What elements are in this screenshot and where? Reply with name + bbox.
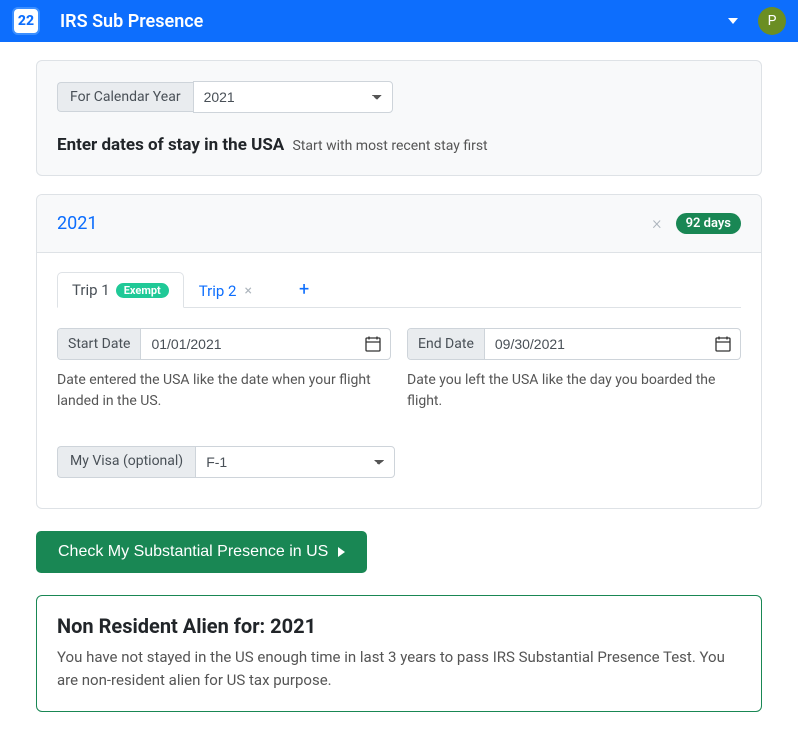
dates-heading-main: Enter dates of stay in the USA — [57, 135, 284, 155]
end-date-col: End Date Date you left the USA like the … — [407, 328, 741, 412]
start-date-label: Start Date — [58, 329, 141, 359]
page-content: For Calendar Year 2021 Enter dates of st… — [0, 60, 798, 742]
app-title: IRS Sub Presence — [60, 11, 728, 32]
exempt-badge: Exempt — [116, 283, 169, 298]
calendar-icon[interactable] — [706, 329, 740, 359]
add-trip-button[interactable]: + — [281, 273, 327, 306]
result-panel: Non Resident Alien for: 2021 You have no… — [36, 595, 762, 712]
calendar-year-card: For Calendar Year 2021 Enter dates of st… — [36, 60, 762, 176]
end-date-label: End Date — [408, 329, 485, 359]
check-button-label: Check My Substantial Presence in US — [58, 543, 328, 561]
tab-trip-1[interactable]: Trip 1 Exempt — [57, 272, 184, 308]
end-date-field: End Date — [407, 328, 741, 360]
tab-trip-2[interactable]: Trip 2 × — [184, 273, 267, 308]
end-date-input[interactable] — [485, 329, 706, 359]
start-date-hint: Date entered the USA like the date when … — [57, 370, 391, 412]
year-panel-body: Trip 1 Exempt Trip 2 × + Start Date — [37, 253, 761, 508]
check-presence-button[interactable]: Check My Substantial Presence in US — [36, 531, 367, 573]
year-title[interactable]: 2021 — [57, 213, 652, 234]
user-avatar[interactable]: P — [758, 7, 786, 35]
menu-caret-icon[interactable] — [728, 18, 738, 24]
tab-trip-2-label: Trip 2 — [199, 282, 237, 300]
tab-trip-1-label: Trip 1 — [72, 281, 110, 299]
days-badge: 92 days — [676, 213, 741, 234]
result-title: Non Resident Alien for: 2021 — [57, 614, 741, 638]
visa-select[interactable]: F-1 — [195, 446, 395, 478]
logo-text: 22 — [18, 13, 34, 29]
visa-label: My Visa (optional) — [57, 446, 195, 478]
tab-close-icon[interactable]: × — [245, 283, 252, 299]
calendar-svg — [365, 336, 381, 352]
calendar-year-label: For Calendar Year — [57, 82, 193, 112]
start-date-field: Start Date — [57, 328, 391, 360]
result-body: You have not stayed in the US enough tim… — [57, 646, 741, 693]
dates-heading: Enter dates of stay in the USA Start wit… — [57, 135, 741, 155]
calendar-year-row: For Calendar Year 2021 — [57, 81, 741, 113]
calendar-icon[interactable] — [356, 329, 390, 359]
start-date-input[interactable] — [141, 329, 356, 359]
end-date-hint: Date you left the USA like the day you b… — [407, 370, 741, 412]
calendar-year-select[interactable]: 2021 — [193, 81, 393, 113]
date-grid: Start Date Date entered the USA like the… — [57, 328, 741, 412]
start-date-col: Start Date Date entered the USA like the… — [57, 328, 391, 412]
close-icon[interactable]: × — [652, 213, 661, 234]
top-bar: 22 IRS Sub Presence P — [0, 0, 798, 42]
chevron-right-icon — [338, 547, 345, 557]
visa-row: My Visa (optional) F-1 — [57, 446, 741, 478]
year-panel: 2021 × 92 days Trip 1 Exempt Trip 2 × + — [36, 194, 762, 509]
avatar-letter: P — [768, 13, 777, 29]
year-panel-header: 2021 × 92 days — [37, 195, 761, 253]
dates-heading-sub: Start with most recent stay first — [292, 138, 487, 154]
trip-tabs: Trip 1 Exempt Trip 2 × + — [57, 271, 741, 308]
app-logo: 22 — [12, 7, 40, 35]
calendar-svg — [715, 336, 731, 352]
